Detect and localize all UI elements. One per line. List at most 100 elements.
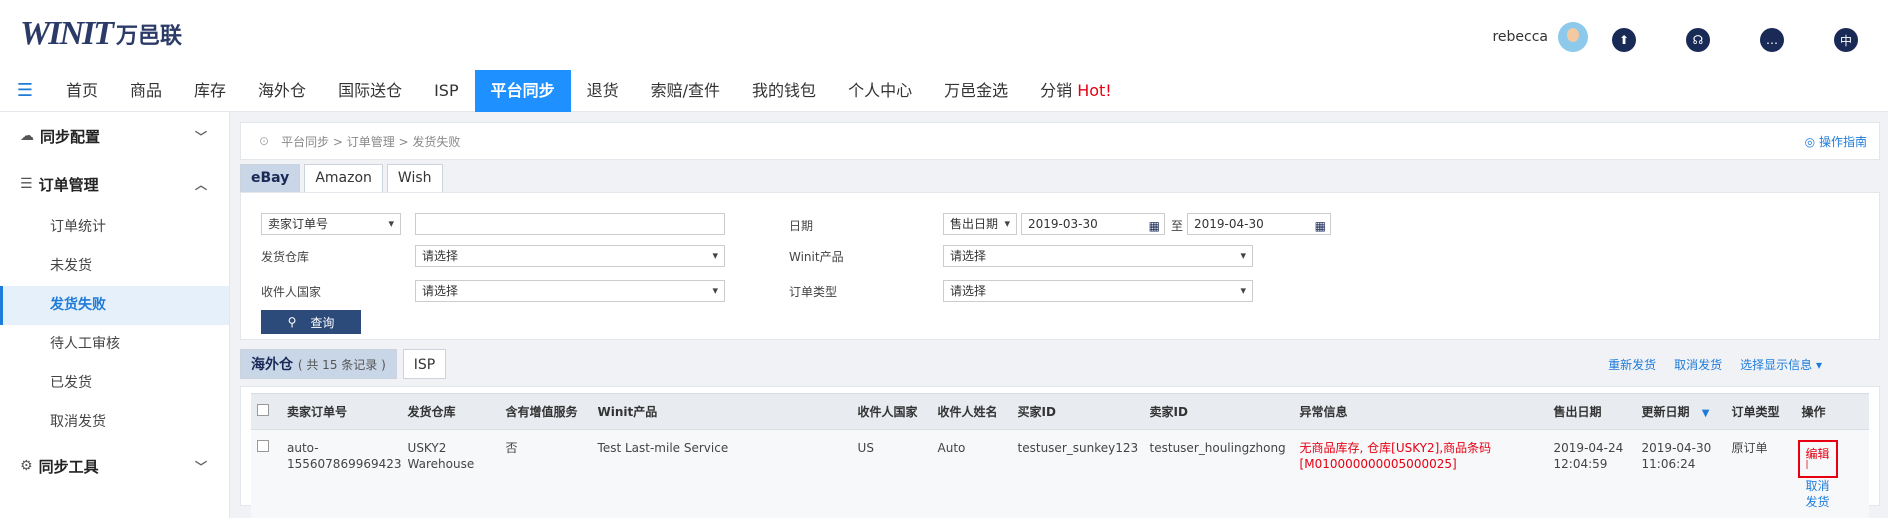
nav-item-claims[interactable]: 索赔/查件: [635, 70, 736, 112]
date-from-input[interactable]: 2019-03-30 ▦: [1021, 213, 1165, 235]
col-recipient-name: 收件人姓名: [931, 393, 1012, 430]
tab-isp[interactable]: ISP: [402, 349, 447, 379]
date-to-value: 2019-04-30: [1194, 217, 1264, 231]
logo-text: 万邑联: [116, 24, 183, 49]
location-pin-icon: ⊙: [259, 134, 270, 148]
order-no-line: 155607869969423: [287, 457, 402, 471]
sidebar-group-order-mgmt[interactable]: ☰ 订单管理 ︿: [0, 160, 229, 208]
sidebar-item-pending-review[interactable]: 待人工审核: [0, 325, 229, 364]
cloud-icon: ☁: [20, 128, 34, 144]
orders-table: 卖家订单号 发货仓库 含有增值服务 Winit产品 收件人国家 收件人姓名 买家…: [251, 393, 1869, 518]
tab-wish[interactable]: Wish: [386, 164, 443, 192]
order-number-input[interactable]: [415, 213, 725, 235]
nav-item-platform-sync[interactable]: 平台同步: [474, 69, 571, 112]
sidebar-group-label: 同步配置: [40, 127, 101, 146]
tab-amazon[interactable]: Amazon: [304, 164, 383, 192]
error-line: [M010000000005000025]: [1299, 457, 1457, 471]
header-icons: ⬆ ☊ … 中: [1612, 28, 1858, 52]
table-row: auto- 155607869969423 USKY2 Warehouse 否 …: [251, 429, 1869, 518]
tab-ebay[interactable]: eBay: [240, 164, 301, 192]
hot-badge: Hot!: [1077, 80, 1112, 100]
nav-item-returns[interactable]: 退货: [571, 70, 635, 112]
cell-recipient: Auto: [931, 429, 1012, 518]
country-select[interactable]: 请选择: [415, 280, 725, 302]
error-line: 无商品库存, 仓库[USKY2],商品条码: [1299, 441, 1492, 455]
edit-button[interactable]: 编辑 |: [1797, 440, 1838, 478]
nav-item-products[interactable]: 商品: [114, 70, 178, 112]
winit-logo[interactable]: WINIT 万邑联: [20, 14, 182, 54]
avatar[interactable]: [1558, 22, 1588, 52]
row-checkbox[interactable]: [257, 440, 269, 452]
nav-item-inventory[interactable]: 库存: [178, 70, 242, 112]
logo-mark: WINIT: [20, 15, 114, 52]
sidebar-item-unshipped[interactable]: 未发货: [0, 247, 229, 286]
cell-product: Test Last-mile Service: [591, 429, 852, 518]
winit-product-select[interactable]: 请选择: [943, 245, 1253, 267]
order-type-select[interactable]: 卖家订单号: [261, 213, 401, 235]
col-value-added: 含有增值服务: [499, 393, 592, 430]
resend-button[interactable]: 重新发货: [1608, 356, 1656, 373]
guide-link[interactable]: ◎ 操作指南: [1805, 133, 1867, 150]
query-button[interactable]: ⚲ 查询: [261, 310, 361, 334]
nav-item-isp[interactable]: ISP: [418, 70, 475, 112]
query-label: 查询: [310, 315, 335, 330]
sidebar-group-sync-tools[interactable]: ⚙ 同步工具 ﹀: [0, 442, 229, 490]
sidebar-group-sync-config[interactable]: ☁ 同步配置 ﹀: [0, 112, 229, 160]
display-columns-label: 选择显示信息: [1740, 358, 1813, 372]
col-update-date[interactable]: 更新日期 ▼: [1635, 393, 1726, 430]
cancel-shipment-button[interactable]: 取消发货: [1674, 356, 1722, 373]
col-actions: 操作: [1795, 393, 1869, 430]
message-icon[interactable]: …: [1760, 28, 1784, 52]
language-icon[interactable]: 中: [1834, 28, 1858, 52]
calendar-icon[interactable]: ▦: [1315, 216, 1326, 236]
col-warehouse: 发货仓库: [401, 393, 500, 430]
row-select-cell: [251, 429, 281, 518]
nav-item-wallet[interactable]: 我的钱包: [736, 70, 832, 112]
nav-item-intl-shipping[interactable]: 国际送仓: [322, 70, 418, 112]
tab-overseas-warehouse[interactable]: 海外仓 ( 共 15 条记录 ): [240, 349, 397, 379]
col-seller-id: 卖家ID: [1143, 393, 1294, 430]
warehouse-select[interactable]: 请选择: [415, 245, 725, 267]
nav-item-winit-select[interactable]: 万邑金选: [928, 70, 1024, 112]
select-all-checkbox[interactable]: [257, 404, 269, 416]
col-recipient-country: 收件人国家: [851, 393, 932, 430]
date-to-input[interactable]: 2019-04-30 ▦: [1187, 213, 1331, 235]
warehouse-line: USKY2: [407, 441, 447, 455]
cancel-ship-link[interactable]: 取消 发货: [1798, 478, 1869, 510]
upload-icon[interactable]: ⬆: [1612, 28, 1636, 52]
select-all-cell: [251, 393, 281, 430]
nav-item-personal[interactable]: 个人中心: [832, 70, 928, 112]
sidebar-item-order-stats[interactable]: 订单统计: [0, 208, 229, 247]
tab-label: 海外仓: [251, 357, 293, 373]
cell-value-added: 否: [499, 429, 592, 518]
nav-item-home[interactable]: 首页: [50, 70, 114, 112]
nav-item-overseas-warehouse[interactable]: 海外仓: [242, 70, 322, 112]
cancel-ship-line: 取消: [1805, 479, 1830, 493]
nav-item-distribution[interactable]: 分销 Hot!: [1024, 70, 1128, 112]
cancel-ship-line: 发货: [1805, 495, 1830, 509]
sort-desc-icon[interactable]: ▼: [1702, 408, 1710, 419]
display-columns-dropdown[interactable]: 选择显示信息 ▾: [1740, 356, 1822, 373]
col-order-type: 订单类型: [1725, 393, 1796, 430]
order-category-select[interactable]: 请选择: [943, 280, 1253, 302]
date-type-select[interactable]: 售出日期: [943, 213, 1017, 235]
menu-toggle-icon[interactable]: ☰: [0, 80, 50, 101]
cell-seller-id: testuser_houlingzhong: [1143, 429, 1294, 518]
sidebar-item-shipped[interactable]: 已发货: [0, 364, 229, 403]
sidebar-item-ship-failed[interactable]: 发货失败: [0, 286, 229, 325]
winit-product-label: Winit产品: [789, 250, 844, 264]
col-seller-order-no: 卖家订单号: [281, 393, 402, 430]
date-label: 日期: [789, 219, 814, 233]
calendar-icon[interactable]: ▦: [1149, 216, 1160, 236]
table-header-row: 卖家订单号 发货仓库 含有增值服务 Winit产品 收件人国家 收件人姓名 买家…: [251, 393, 1869, 430]
cell-error-info: 无商品库存, 仓库[USKY2],商品条码 [M0100000000050000…: [1293, 429, 1548, 518]
sidebar: ☁ 同步配置 ﹀ ☰ 订单管理 ︿ 订单统计 未发货 发货失败 待人工审核 已发…: [0, 112, 230, 518]
col-buyer-id: 买家ID: [1011, 393, 1144, 430]
cell-order-no: auto- 155607869969423: [281, 429, 402, 518]
support-icon[interactable]: ☊: [1686, 28, 1710, 52]
tool-icon: ⚙: [20, 458, 33, 474]
chevron-up-icon: ︿: [194, 177, 207, 192]
user-area[interactable]: rebecca: [1492, 22, 1588, 52]
sidebar-item-cancelled[interactable]: 取消发货: [0, 403, 229, 442]
caret-down-icon: ▾: [1815, 358, 1822, 372]
